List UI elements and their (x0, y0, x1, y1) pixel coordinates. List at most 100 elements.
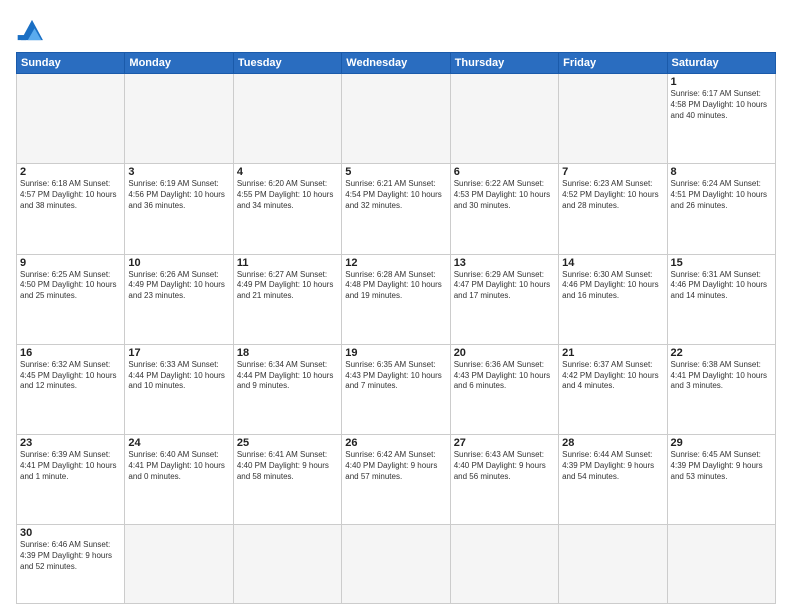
day-number: 17 (128, 347, 229, 359)
day-info: Sunrise: 6:32 AM Sunset: 4:45 PM Dayligh… (20, 360, 121, 392)
calendar-cell (125, 525, 233, 604)
day-info: Sunrise: 6:36 AM Sunset: 4:43 PM Dayligh… (454, 360, 555, 392)
day-info: Sunrise: 6:46 AM Sunset: 4:39 PM Dayligh… (20, 540, 121, 572)
day-info: Sunrise: 6:20 AM Sunset: 4:55 PM Dayligh… (237, 179, 338, 211)
day-info: Sunrise: 6:17 AM Sunset: 4:58 PM Dayligh… (671, 89, 772, 121)
day-info: Sunrise: 6:27 AM Sunset: 4:49 PM Dayligh… (237, 270, 338, 302)
day-number: 3 (128, 166, 229, 178)
calendar-cell: 6Sunrise: 6:22 AM Sunset: 4:53 PM Daylig… (450, 164, 558, 254)
calendar-cell: 7Sunrise: 6:23 AM Sunset: 4:52 PM Daylig… (559, 164, 667, 254)
day-info: Sunrise: 6:31 AM Sunset: 4:46 PM Dayligh… (671, 270, 772, 302)
calendar-cell (559, 74, 667, 164)
day-info: Sunrise: 6:38 AM Sunset: 4:41 PM Dayligh… (671, 360, 772, 392)
day-info: Sunrise: 6:34 AM Sunset: 4:44 PM Dayligh… (237, 360, 338, 392)
day-number: 1 (671, 76, 772, 88)
day-info: Sunrise: 6:45 AM Sunset: 4:39 PM Dayligh… (671, 450, 772, 482)
day-number: 15 (671, 257, 772, 269)
calendar-cell: 30Sunrise: 6:46 AM Sunset: 4:39 PM Dayli… (17, 525, 125, 604)
day-number: 13 (454, 257, 555, 269)
calendar-cell: 20Sunrise: 6:36 AM Sunset: 4:43 PM Dayli… (450, 344, 558, 434)
weekday-header-tuesday: Tuesday (233, 53, 341, 74)
calendar-cell: 24Sunrise: 6:40 AM Sunset: 4:41 PM Dayli… (125, 435, 233, 525)
day-info: Sunrise: 6:30 AM Sunset: 4:46 PM Dayligh… (562, 270, 663, 302)
day-info: Sunrise: 6:22 AM Sunset: 4:53 PM Dayligh… (454, 179, 555, 211)
calendar-week-2: 2Sunrise: 6:18 AM Sunset: 4:57 PM Daylig… (17, 164, 776, 254)
calendar-cell: 23Sunrise: 6:39 AM Sunset: 4:41 PM Dayli… (17, 435, 125, 525)
calendar-cell (450, 525, 558, 604)
day-info: Sunrise: 6:43 AM Sunset: 4:40 PM Dayligh… (454, 450, 555, 482)
calendar-week-6: 30Sunrise: 6:46 AM Sunset: 4:39 PM Dayli… (17, 525, 776, 604)
calendar-cell: 14Sunrise: 6:30 AM Sunset: 4:46 PM Dayli… (559, 254, 667, 344)
calendar-cell (559, 525, 667, 604)
calendar-cell: 8Sunrise: 6:24 AM Sunset: 4:51 PM Daylig… (667, 164, 775, 254)
calendar-cell (233, 74, 341, 164)
day-info: Sunrise: 6:28 AM Sunset: 4:48 PM Dayligh… (345, 270, 446, 302)
day-number: 30 (20, 527, 121, 539)
day-info: Sunrise: 6:29 AM Sunset: 4:47 PM Dayligh… (454, 270, 555, 302)
day-number: 7 (562, 166, 663, 178)
day-number: 28 (562, 437, 663, 449)
calendar-cell: 11Sunrise: 6:27 AM Sunset: 4:49 PM Dayli… (233, 254, 341, 344)
calendar-cell: 10Sunrise: 6:26 AM Sunset: 4:49 PM Dayli… (125, 254, 233, 344)
day-number: 2 (20, 166, 121, 178)
calendar-week-3: 9Sunrise: 6:25 AM Sunset: 4:50 PM Daylig… (17, 254, 776, 344)
weekday-header-wednesday: Wednesday (342, 53, 450, 74)
day-number: 6 (454, 166, 555, 178)
calendar-cell: 18Sunrise: 6:34 AM Sunset: 4:44 PM Dayli… (233, 344, 341, 434)
day-info: Sunrise: 6:24 AM Sunset: 4:51 PM Dayligh… (671, 179, 772, 211)
calendar-cell: 17Sunrise: 6:33 AM Sunset: 4:44 PM Dayli… (125, 344, 233, 434)
day-number: 18 (237, 347, 338, 359)
day-number: 29 (671, 437, 772, 449)
day-number: 8 (671, 166, 772, 178)
day-number: 14 (562, 257, 663, 269)
calendar-cell: 3Sunrise: 6:19 AM Sunset: 4:56 PM Daylig… (125, 164, 233, 254)
day-info: Sunrise: 6:18 AM Sunset: 4:57 PM Dayligh… (20, 179, 121, 211)
day-info: Sunrise: 6:21 AM Sunset: 4:54 PM Dayligh… (345, 179, 446, 211)
weekday-header-row: SundayMondayTuesdayWednesdayThursdayFrid… (17, 53, 776, 74)
calendar-cell: 27Sunrise: 6:43 AM Sunset: 4:40 PM Dayli… (450, 435, 558, 525)
day-info: Sunrise: 6:39 AM Sunset: 4:41 PM Dayligh… (20, 450, 121, 482)
page: SundayMondayTuesdayWednesdayThursdayFrid… (0, 0, 792, 612)
calendar-cell: 5Sunrise: 6:21 AM Sunset: 4:54 PM Daylig… (342, 164, 450, 254)
calendar-cell: 9Sunrise: 6:25 AM Sunset: 4:50 PM Daylig… (17, 254, 125, 344)
calendar-cell: 29Sunrise: 6:45 AM Sunset: 4:39 PM Dayli… (667, 435, 775, 525)
logo (16, 16, 52, 44)
calendar-cell: 12Sunrise: 6:28 AM Sunset: 4:48 PM Dayli… (342, 254, 450, 344)
day-number: 20 (454, 347, 555, 359)
logo-icon (16, 16, 48, 44)
calendar-table: SundayMondayTuesdayWednesdayThursdayFrid… (16, 52, 776, 604)
day-info: Sunrise: 6:19 AM Sunset: 4:56 PM Dayligh… (128, 179, 229, 211)
weekday-header-saturday: Saturday (667, 53, 775, 74)
day-number: 24 (128, 437, 229, 449)
calendar-cell (233, 525, 341, 604)
day-number: 16 (20, 347, 121, 359)
day-info: Sunrise: 6:44 AM Sunset: 4:39 PM Dayligh… (562, 450, 663, 482)
weekday-header-thursday: Thursday (450, 53, 558, 74)
day-number: 12 (345, 257, 446, 269)
calendar-week-4: 16Sunrise: 6:32 AM Sunset: 4:45 PM Dayli… (17, 344, 776, 434)
calendar-cell: 15Sunrise: 6:31 AM Sunset: 4:46 PM Dayli… (667, 254, 775, 344)
day-info: Sunrise: 6:25 AM Sunset: 4:50 PM Dayligh… (20, 270, 121, 302)
calendar-cell: 26Sunrise: 6:42 AM Sunset: 4:40 PM Dayli… (342, 435, 450, 525)
day-number: 27 (454, 437, 555, 449)
day-number: 10 (128, 257, 229, 269)
day-number: 25 (237, 437, 338, 449)
day-number: 26 (345, 437, 446, 449)
calendar-cell: 21Sunrise: 6:37 AM Sunset: 4:42 PM Dayli… (559, 344, 667, 434)
day-number: 21 (562, 347, 663, 359)
calendar-cell: 16Sunrise: 6:32 AM Sunset: 4:45 PM Dayli… (17, 344, 125, 434)
calendar-cell (342, 525, 450, 604)
day-info: Sunrise: 6:37 AM Sunset: 4:42 PM Dayligh… (562, 360, 663, 392)
day-number: 11 (237, 257, 338, 269)
day-number: 23 (20, 437, 121, 449)
day-info: Sunrise: 6:40 AM Sunset: 4:41 PM Dayligh… (128, 450, 229, 482)
calendar-week-5: 23Sunrise: 6:39 AM Sunset: 4:41 PM Dayli… (17, 435, 776, 525)
calendar-cell: 1Sunrise: 6:17 AM Sunset: 4:58 PM Daylig… (667, 74, 775, 164)
calendar-cell (450, 74, 558, 164)
calendar-cell: 19Sunrise: 6:35 AM Sunset: 4:43 PM Dayli… (342, 344, 450, 434)
calendar-cell (342, 74, 450, 164)
day-number: 19 (345, 347, 446, 359)
calendar-week-1: 1Sunrise: 6:17 AM Sunset: 4:58 PM Daylig… (17, 74, 776, 164)
day-number: 22 (671, 347, 772, 359)
weekday-header-monday: Monday (125, 53, 233, 74)
